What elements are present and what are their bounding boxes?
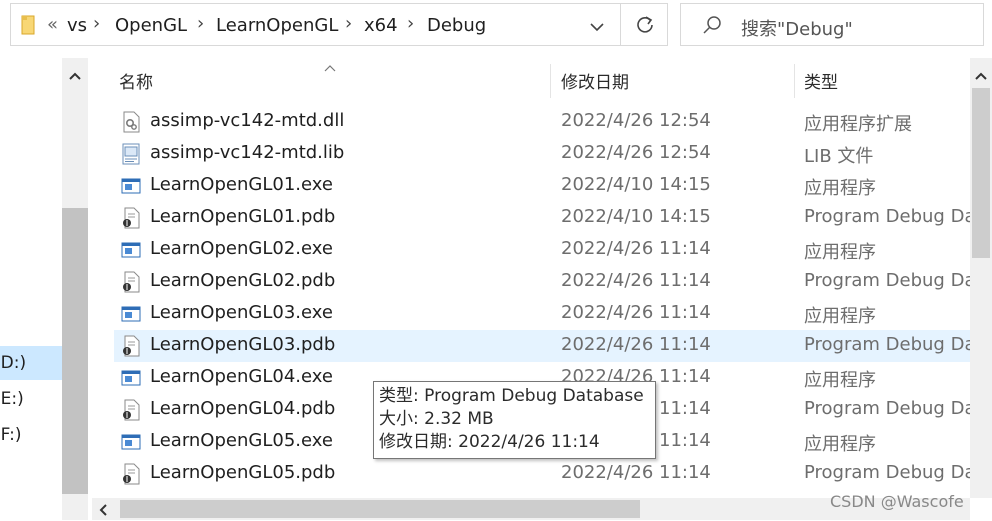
file-type: Program Debug Da <box>804 334 970 355</box>
column-header: 名称 修改日期 类型 <box>92 58 970 98</box>
column-name[interactable]: 名称 <box>119 68 153 93</box>
folder-icon <box>21 14 35 40</box>
file-tooltip: 类型: Program Debug Database 大小: 2.32 MB 修… <box>373 381 656 459</box>
nav-scrollbar-thumb[interactable] <box>62 208 88 494</box>
vertical-scrollbar-thumb[interactable] <box>972 88 990 258</box>
file-name: LearnOpenGL03.exe <box>150 302 333 323</box>
file-row[interactable]: assimp-vc142-mtd.dll 2022/4/26 12:54 应用程序扩… <box>114 106 970 138</box>
navigation-pane: (D:) (E:) (F:) <box>0 58 62 520</box>
tooltip-date: 修改日期: 2022/4/26 11:14 <box>379 432 600 452</box>
file-row[interactable]: assimp-vc142-mtd.lib 2022/4/26 12:54 LIB 文… <box>114 138 970 170</box>
pdb-icon <box>121 207 141 233</box>
file-name: assimp-vc142-mtd.dll <box>150 110 345 131</box>
file-type: Program Debug Da <box>804 398 970 419</box>
file-type: Program Debug Da <box>804 462 970 483</box>
refresh-button[interactable] <box>621 3 668 46</box>
vertical-scrollbar[interactable] <box>970 58 992 498</box>
file-row[interactable]: LearnOpenGL01.pdb 2022/4/10 14:15 Program … <box>114 202 970 234</box>
exe-icon <box>121 175 141 201</box>
exe-icon <box>121 431 141 457</box>
scroll-up-icon[interactable] <box>68 66 82 85</box>
file-date: 2022/4/26 12:54 <box>561 110 711 131</box>
file-name: LearnOpenGL01.exe <box>150 174 333 195</box>
sort-up-icon <box>324 58 336 76</box>
file-date: 2022/4/10 14:15 <box>561 174 711 195</box>
pdb-icon <box>121 399 141 425</box>
file-name: LearnOpenGL04.pdb <box>150 398 336 419</box>
column-date[interactable]: 修改日期 <box>561 68 629 93</box>
file-type: Program Debug Da <box>804 270 970 291</box>
breadcrumb-learnopengl[interactable]: LearnOpenGL <box>216 15 338 36</box>
file-date: 2022/4/26 11:14 <box>561 238 711 259</box>
search-icon <box>701 14 723 40</box>
nav-item-drive-d[interactable]: (D:) <box>0 346 62 380</box>
file-date: 2022/4/26 12:54 <box>561 142 711 163</box>
file-name: LearnOpenGL05.exe <box>150 430 333 451</box>
breadcrumb-vs[interactable]: vs <box>67 15 87 36</box>
tooltip-size: 大小: 2.32 MB <box>379 409 494 429</box>
file-type: 应用程序 <box>804 370 876 391</box>
tooltip-type: 类型: Program Debug Database <box>379 386 644 406</box>
file-row[interactable]: LearnOpenGL01.exe 2022/4/10 14:15 应用程序 <box>114 170 970 202</box>
file-row[interactable]: LearnOpenGL02.exe 2022/4/26 11:14 应用程序 <box>114 234 970 266</box>
scroll-up-icon[interactable] <box>974 66 988 85</box>
file-type: 应用程序 <box>804 434 876 455</box>
file-type: Program Debug Da <box>804 206 970 227</box>
exe-icon <box>121 239 141 265</box>
address-bar[interactable]: « vs › OpenGL › LearnOpenGL › x64 › Debu… <box>10 3 621 46</box>
horizontal-scrollbar-thumb[interactable] <box>120 500 640 518</box>
breadcrumb-overflow[interactable]: « <box>47 14 58 35</box>
exe-icon <box>121 367 141 393</box>
file-name: assimp-vc142-mtd.lib <box>150 142 345 163</box>
chevron-right-icon[interactable]: › <box>93 13 100 34</box>
refresh-icon <box>634 14 656 40</box>
file-name: LearnOpenGL04.exe <box>150 366 333 387</box>
pdb-icon <box>121 335 141 361</box>
file-type: 应用程序 <box>804 306 876 327</box>
file-name: LearnOpenGL01.pdb <box>150 206 336 227</box>
search-input[interactable]: 搜索"Debug" <box>741 15 853 41</box>
file-date: 2022/4/10 14:15 <box>561 206 711 227</box>
dll-icon <box>121 111 141 137</box>
file-type: LIB 文件 <box>804 146 874 167</box>
scroll-left-icon[interactable] <box>98 502 108 521</box>
file-date: 2022/4/26 11:14 <box>561 302 711 323</box>
nav-item-drive-e[interactable]: (E:) <box>0 382 62 416</box>
file-row[interactable]: LearnOpenGL02.pdb 2022/4/26 11:14 Program … <box>114 266 970 298</box>
watermark: CSDN @Wascofe <box>830 492 964 511</box>
column-divider[interactable] <box>550 64 551 98</box>
toolbar: « vs › OpenGL › LearnOpenGL › x64 › Debu… <box>0 0 992 58</box>
file-date: 2022/4/26 11:14 <box>561 334 711 355</box>
file-type: 应用程序 <box>804 178 876 199</box>
breadcrumb-debug[interactable]: Debug <box>427 15 486 36</box>
file-type: 应用程序 <box>804 242 876 263</box>
file-date: 2022/4/26 11:14 <box>561 270 711 291</box>
chevron-right-icon[interactable]: › <box>197 13 204 34</box>
pdb-icon <box>121 463 141 489</box>
file-row[interactable]: LearnOpenGL05.pdb 2022/4/26 11:14 Program … <box>114 458 970 490</box>
nav-scrollbar[interactable] <box>62 58 88 520</box>
chevron-down-icon[interactable] <box>589 18 605 37</box>
breadcrumb-opengl[interactable]: OpenGL <box>115 15 187 36</box>
column-divider[interactable] <box>794 64 795 98</box>
search-box[interactable]: 搜索"Debug" <box>680 3 984 46</box>
file-row[interactable]: LearnOpenGL03.pdb 2022/4/26 11:14 Program … <box>114 330 970 362</box>
chevron-right-icon[interactable]: › <box>345 13 352 34</box>
file-type: 应用程序扩展 <box>804 114 912 135</box>
file-name: LearnOpenGL05.pdb <box>150 462 336 483</box>
file-name: LearnOpenGL03.pdb <box>150 334 336 355</box>
file-name: LearnOpenGL02.pdb <box>150 270 336 291</box>
exe-icon <box>121 303 141 329</box>
pdb-icon <box>121 271 141 297</box>
chevron-right-icon[interactable]: › <box>407 13 414 34</box>
column-type[interactable]: 类型 <box>804 68 838 93</box>
file-row[interactable]: LearnOpenGL03.exe 2022/4/26 11:14 应用程序 <box>114 298 970 330</box>
file-name: LearnOpenGL02.exe <box>150 238 333 259</box>
breadcrumb-x64[interactable]: x64 <box>364 15 398 36</box>
nav-item-drive-f[interactable]: (F:) <box>0 418 62 452</box>
lib-icon <box>121 143 141 169</box>
file-date: 2022/4/26 11:14 <box>561 462 711 483</box>
